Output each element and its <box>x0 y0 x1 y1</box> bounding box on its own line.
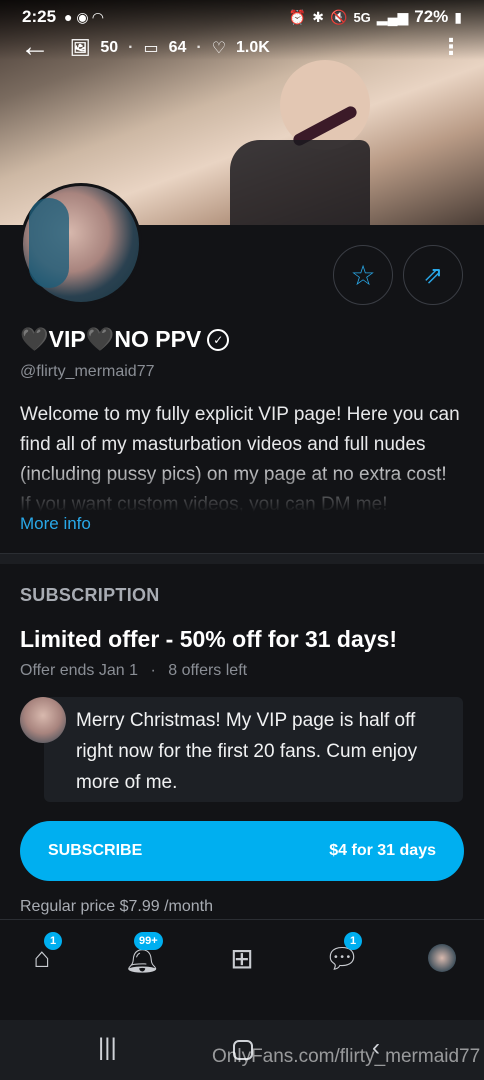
status-time: 2:25 <box>22 7 57 26</box>
avatar[interactable] <box>20 183 142 305</box>
message-avatar <box>20 697 66 743</box>
verified-icon: ✓ <box>207 328 230 351</box>
home-badge: 1 <box>44 932 62 950</box>
nav-home[interactable]: ⌂ 1 <box>22 932 62 978</box>
profile-stats: 🖼 50 · ▭ 64 · ♡ 1.0K <box>70 39 270 57</box>
battery-icon: ▮ <box>454 8 462 25</box>
status-bar: 2:25 ● ◉ ◠ ⏰ ✱ 🔇 5G ▂▄▆ 72% ▮ <box>0 0 484 34</box>
profile-bio: Welcome to my fully explicit VIP page! H… <box>20 404 460 512</box>
profile-handle: @flirty_mermaid77 <box>20 363 155 380</box>
network-label: 5G <box>353 9 371 25</box>
offer-ends: Offer ends Jan 1 <box>20 662 138 679</box>
likes-count: 1.0K <box>236 39 270 56</box>
cover-header: ← 🖼 50 · ▭ 64 · ♡ 1.0K ⋮ <box>0 32 484 66</box>
messages-badge: 1 <box>344 932 362 950</box>
battery-level: 72% <box>414 7 449 26</box>
subscribe-button[interactable]: SUBSCRIBE $4 for 31 days <box>20 821 464 881</box>
mute-icon: 🔇 <box>330 8 348 25</box>
more-options-icon[interactable]: ⋮ <box>440 34 462 60</box>
subscribe-price: $4 for 31 days <box>329 842 436 859</box>
watermark: OnlyFans.com/flirty_mermaid77 <box>212 1046 481 1067</box>
nav-messages[interactable]: 💬︎ 1 <box>322 932 362 978</box>
bottom-nav: ⌂ 1 🔔︎ 99+ ⊞ 💬︎ 1 <box>0 919 484 991</box>
offers-left: 8 offers left <box>168 662 248 679</box>
offer-title: Limited offer - 50% off for 31 days! <box>20 626 398 652</box>
regular-price: Regular price $7.99 /month <box>20 898 213 915</box>
subscription-heading: SUBSCRIPTION <box>20 585 160 605</box>
bluetooth-icon: ✱ <box>312 8 325 25</box>
nav-profile[interactable] <box>422 938 462 978</box>
favorite-button[interactable]: ☆ <box>333 245 393 305</box>
photo-icon: 🖼 <box>70 40 91 57</box>
display-name: 🖤VIP🖤NO PPV <box>20 326 202 352</box>
recents-icon[interactable]: ||| <box>98 1034 117 1062</box>
signal-icon: ▂▄▆ <box>376 8 409 25</box>
notification-icons: ● ◉ ◠ <box>64 8 104 25</box>
videos-count: 64 <box>168 39 187 56</box>
more-info-link[interactable]: More info <box>20 514 91 534</box>
alarm-icon: ⏰ <box>288 8 307 25</box>
section-divider <box>0 553 484 564</box>
profile-name: 🖤VIP🖤NO PPV ✓ <box>20 326 230 353</box>
nav-add[interactable]: ⊞ <box>222 938 262 978</box>
share-icon: ⇗ <box>422 261 444 289</box>
profile-avatar <box>428 944 456 972</box>
notifications-badge: 99+ <box>134 932 163 950</box>
star-icon: ☆ <box>350 259 376 291</box>
add-post-icon: ⊞ <box>230 942 254 974</box>
offer-message: Merry Christmas! My VIP page is half off… <box>44 697 463 802</box>
video-icon: ▭ <box>143 40 159 57</box>
photos-count: 50 <box>100 39 119 56</box>
subscribe-label: SUBSCRIBE <box>48 842 143 859</box>
back-arrow-icon[interactable]: ← <box>20 32 50 62</box>
heart-icon: ♡ <box>211 40 227 57</box>
share-button[interactable]: ⇗ <box>403 245 463 305</box>
offer-meta: Offer ends Jan 1 · 8 offers left <box>20 662 248 679</box>
nav-notifications[interactable]: 🔔︎ 99+ <box>122 932 163 978</box>
